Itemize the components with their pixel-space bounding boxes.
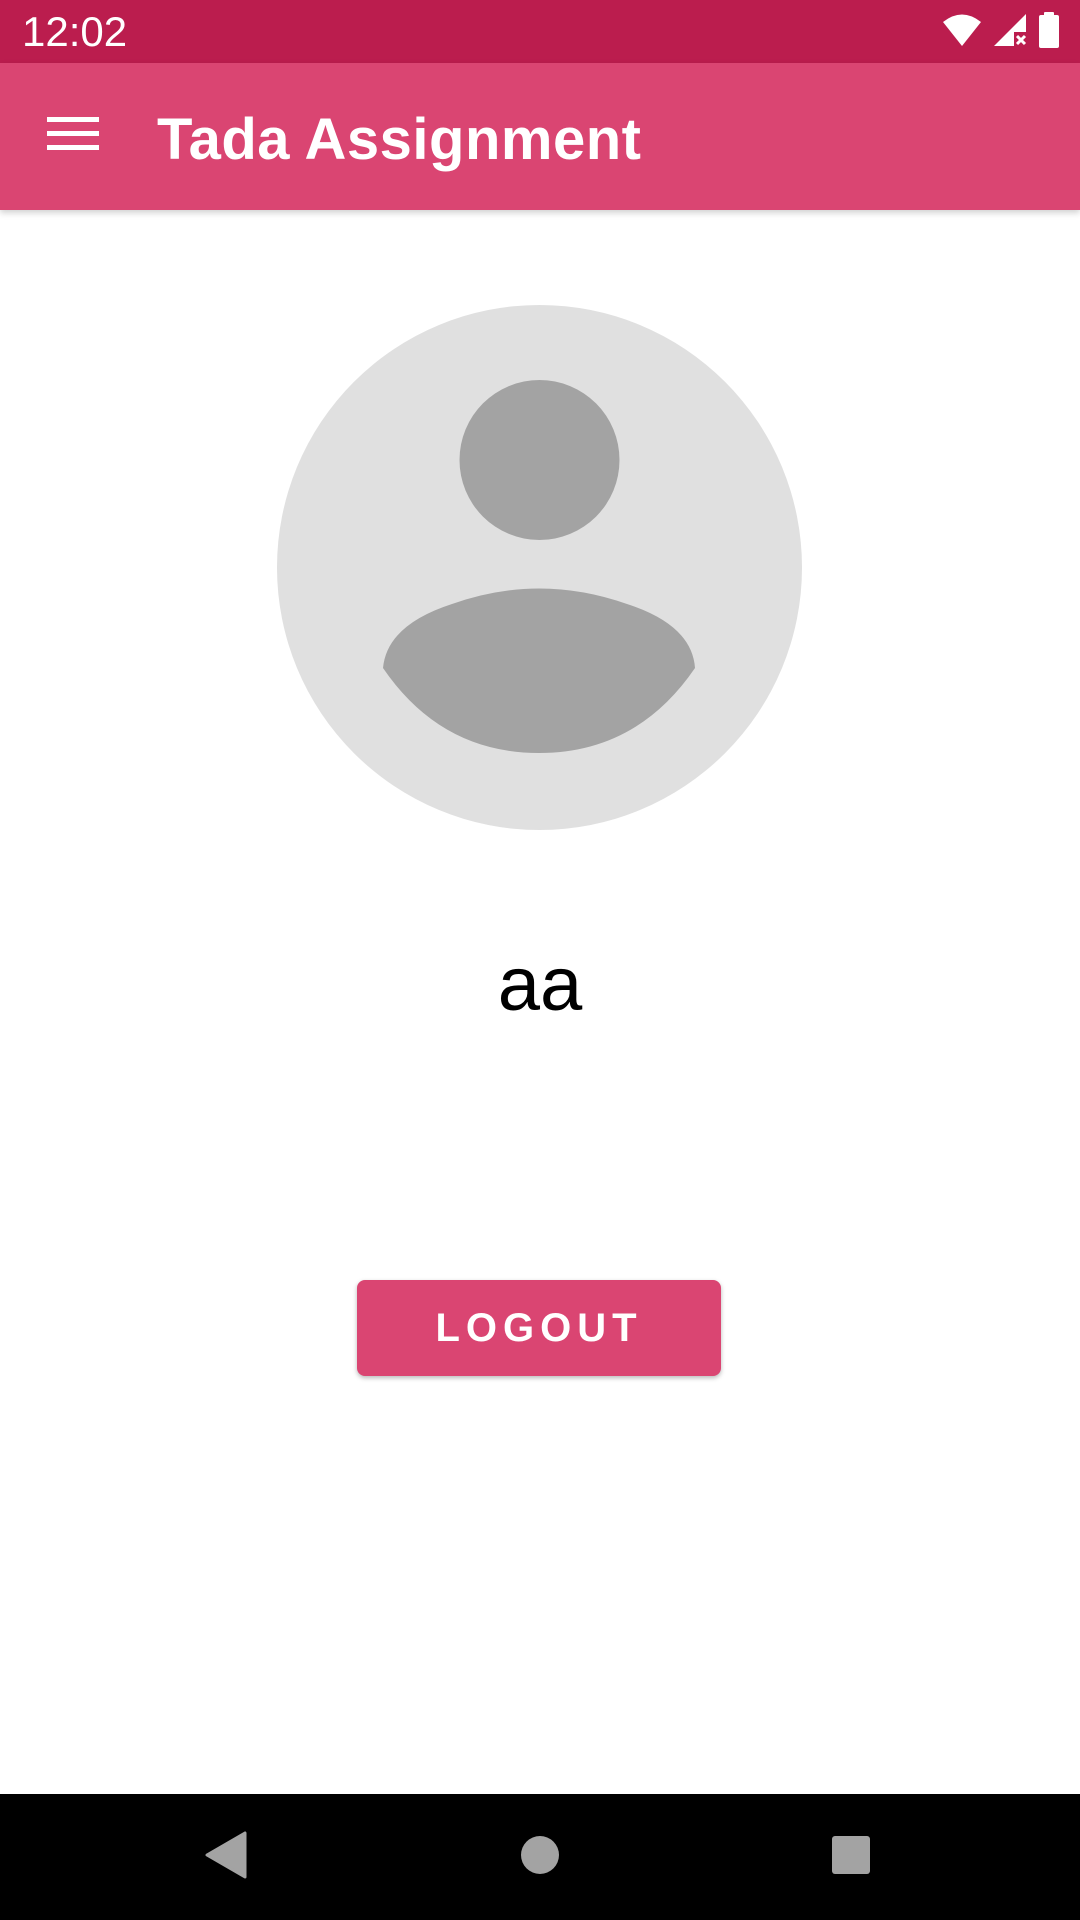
user-name: aa bbox=[497, 942, 583, 1027]
logout-button[interactable]: LOGOUT bbox=[357, 1280, 721, 1376]
signal-icon bbox=[992, 12, 1028, 53]
screen: 12:02 Tada Assignment aa LOGOUT bbox=[0, 0, 1080, 1920]
wifi-icon bbox=[942, 13, 982, 52]
status-bar: 12:02 bbox=[0, 0, 1080, 63]
recents-button[interactable] bbox=[811, 1817, 891, 1897]
status-icons bbox=[942, 11, 1060, 53]
recents-icon bbox=[831, 1835, 871, 1880]
home-icon bbox=[520, 1835, 560, 1880]
navigation-bar bbox=[0, 1794, 1080, 1920]
back-icon bbox=[203, 1831, 249, 1884]
battery-icon bbox=[1038, 11, 1060, 53]
menu-button[interactable] bbox=[30, 93, 116, 179]
home-button[interactable] bbox=[500, 1817, 580, 1897]
status-time: 12:02 bbox=[22, 8, 128, 55]
menu-icon bbox=[47, 115, 99, 158]
page-title: Tada Assignment bbox=[157, 107, 642, 172]
back-button[interactable] bbox=[186, 1817, 266, 1897]
avatar bbox=[277, 305, 802, 830]
app-bar: Tada Assignment bbox=[0, 63, 1080, 210]
default-avatar-icon bbox=[277, 305, 802, 830]
